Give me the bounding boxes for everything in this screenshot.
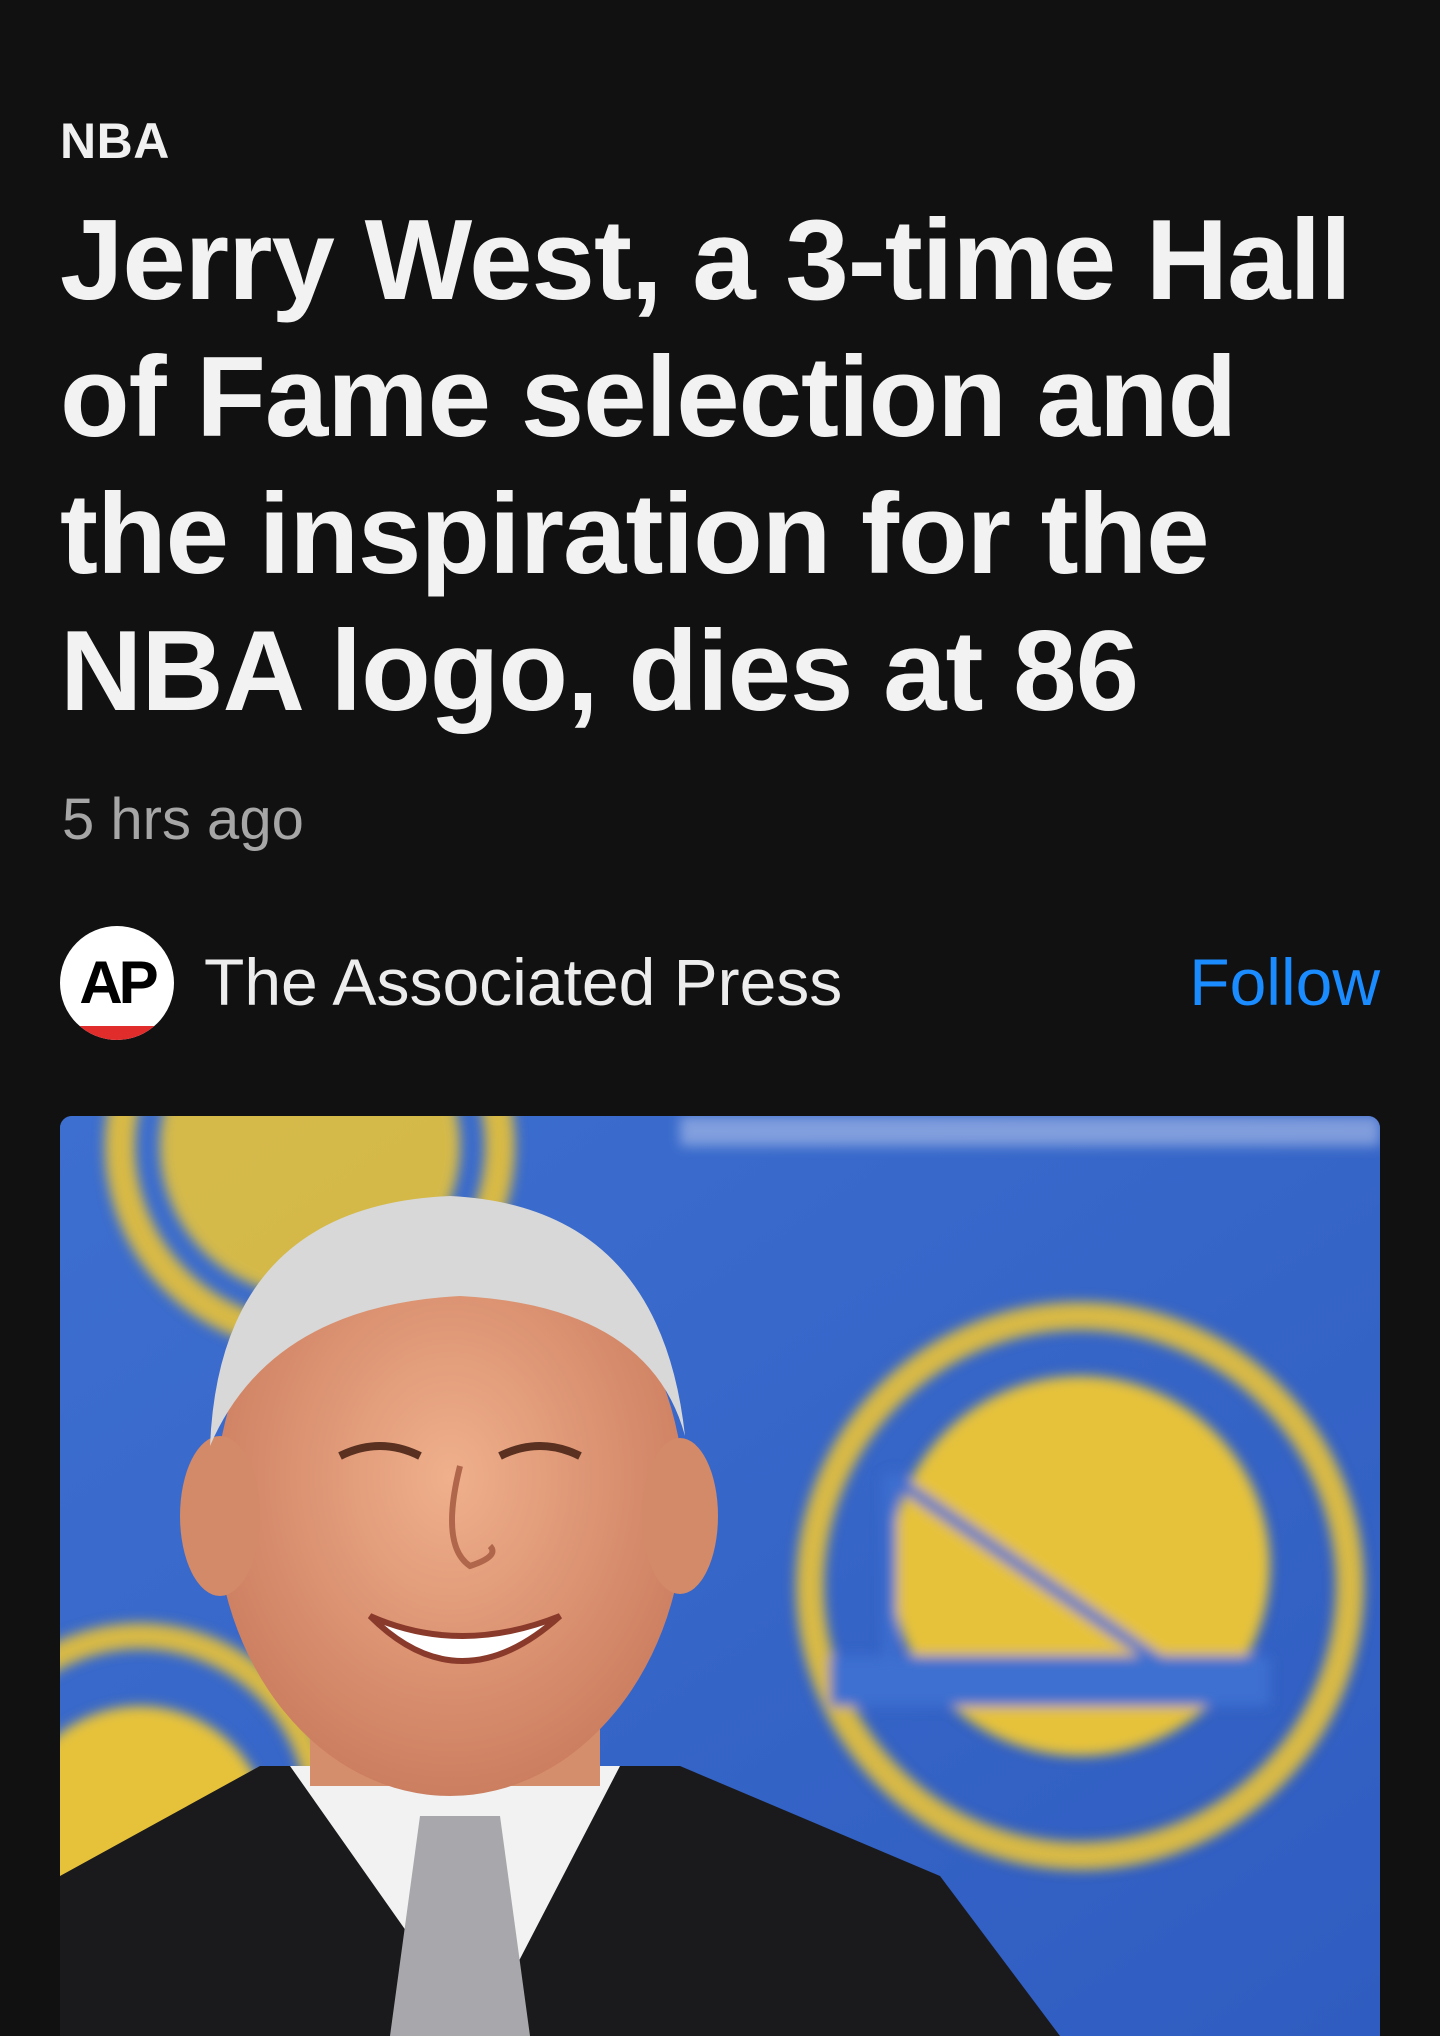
headline: Jerry West, a 3-time Hall of Fame select… <box>60 197 1352 735</box>
follow-button[interactable]: Follow <box>1189 944 1380 1020</box>
hero-image[interactable] <box>60 1116 1380 2036</box>
publisher-name[interactable]: The Associated Press <box>204 944 842 1020</box>
timestamp: 5 hrs ago <box>62 787 304 852</box>
publisher-logo[interactable]: AP <box>60 926 174 1040</box>
publisher-row: AP The Associated Press Follow <box>60 924 1380 1040</box>
ap-logo-text: AP <box>79 949 158 1016</box>
logo-red-stripe <box>60 1026 174 1040</box>
category-label[interactable]: NBA <box>60 112 170 170</box>
hero-photo-illustration <box>60 1116 1380 2036</box>
